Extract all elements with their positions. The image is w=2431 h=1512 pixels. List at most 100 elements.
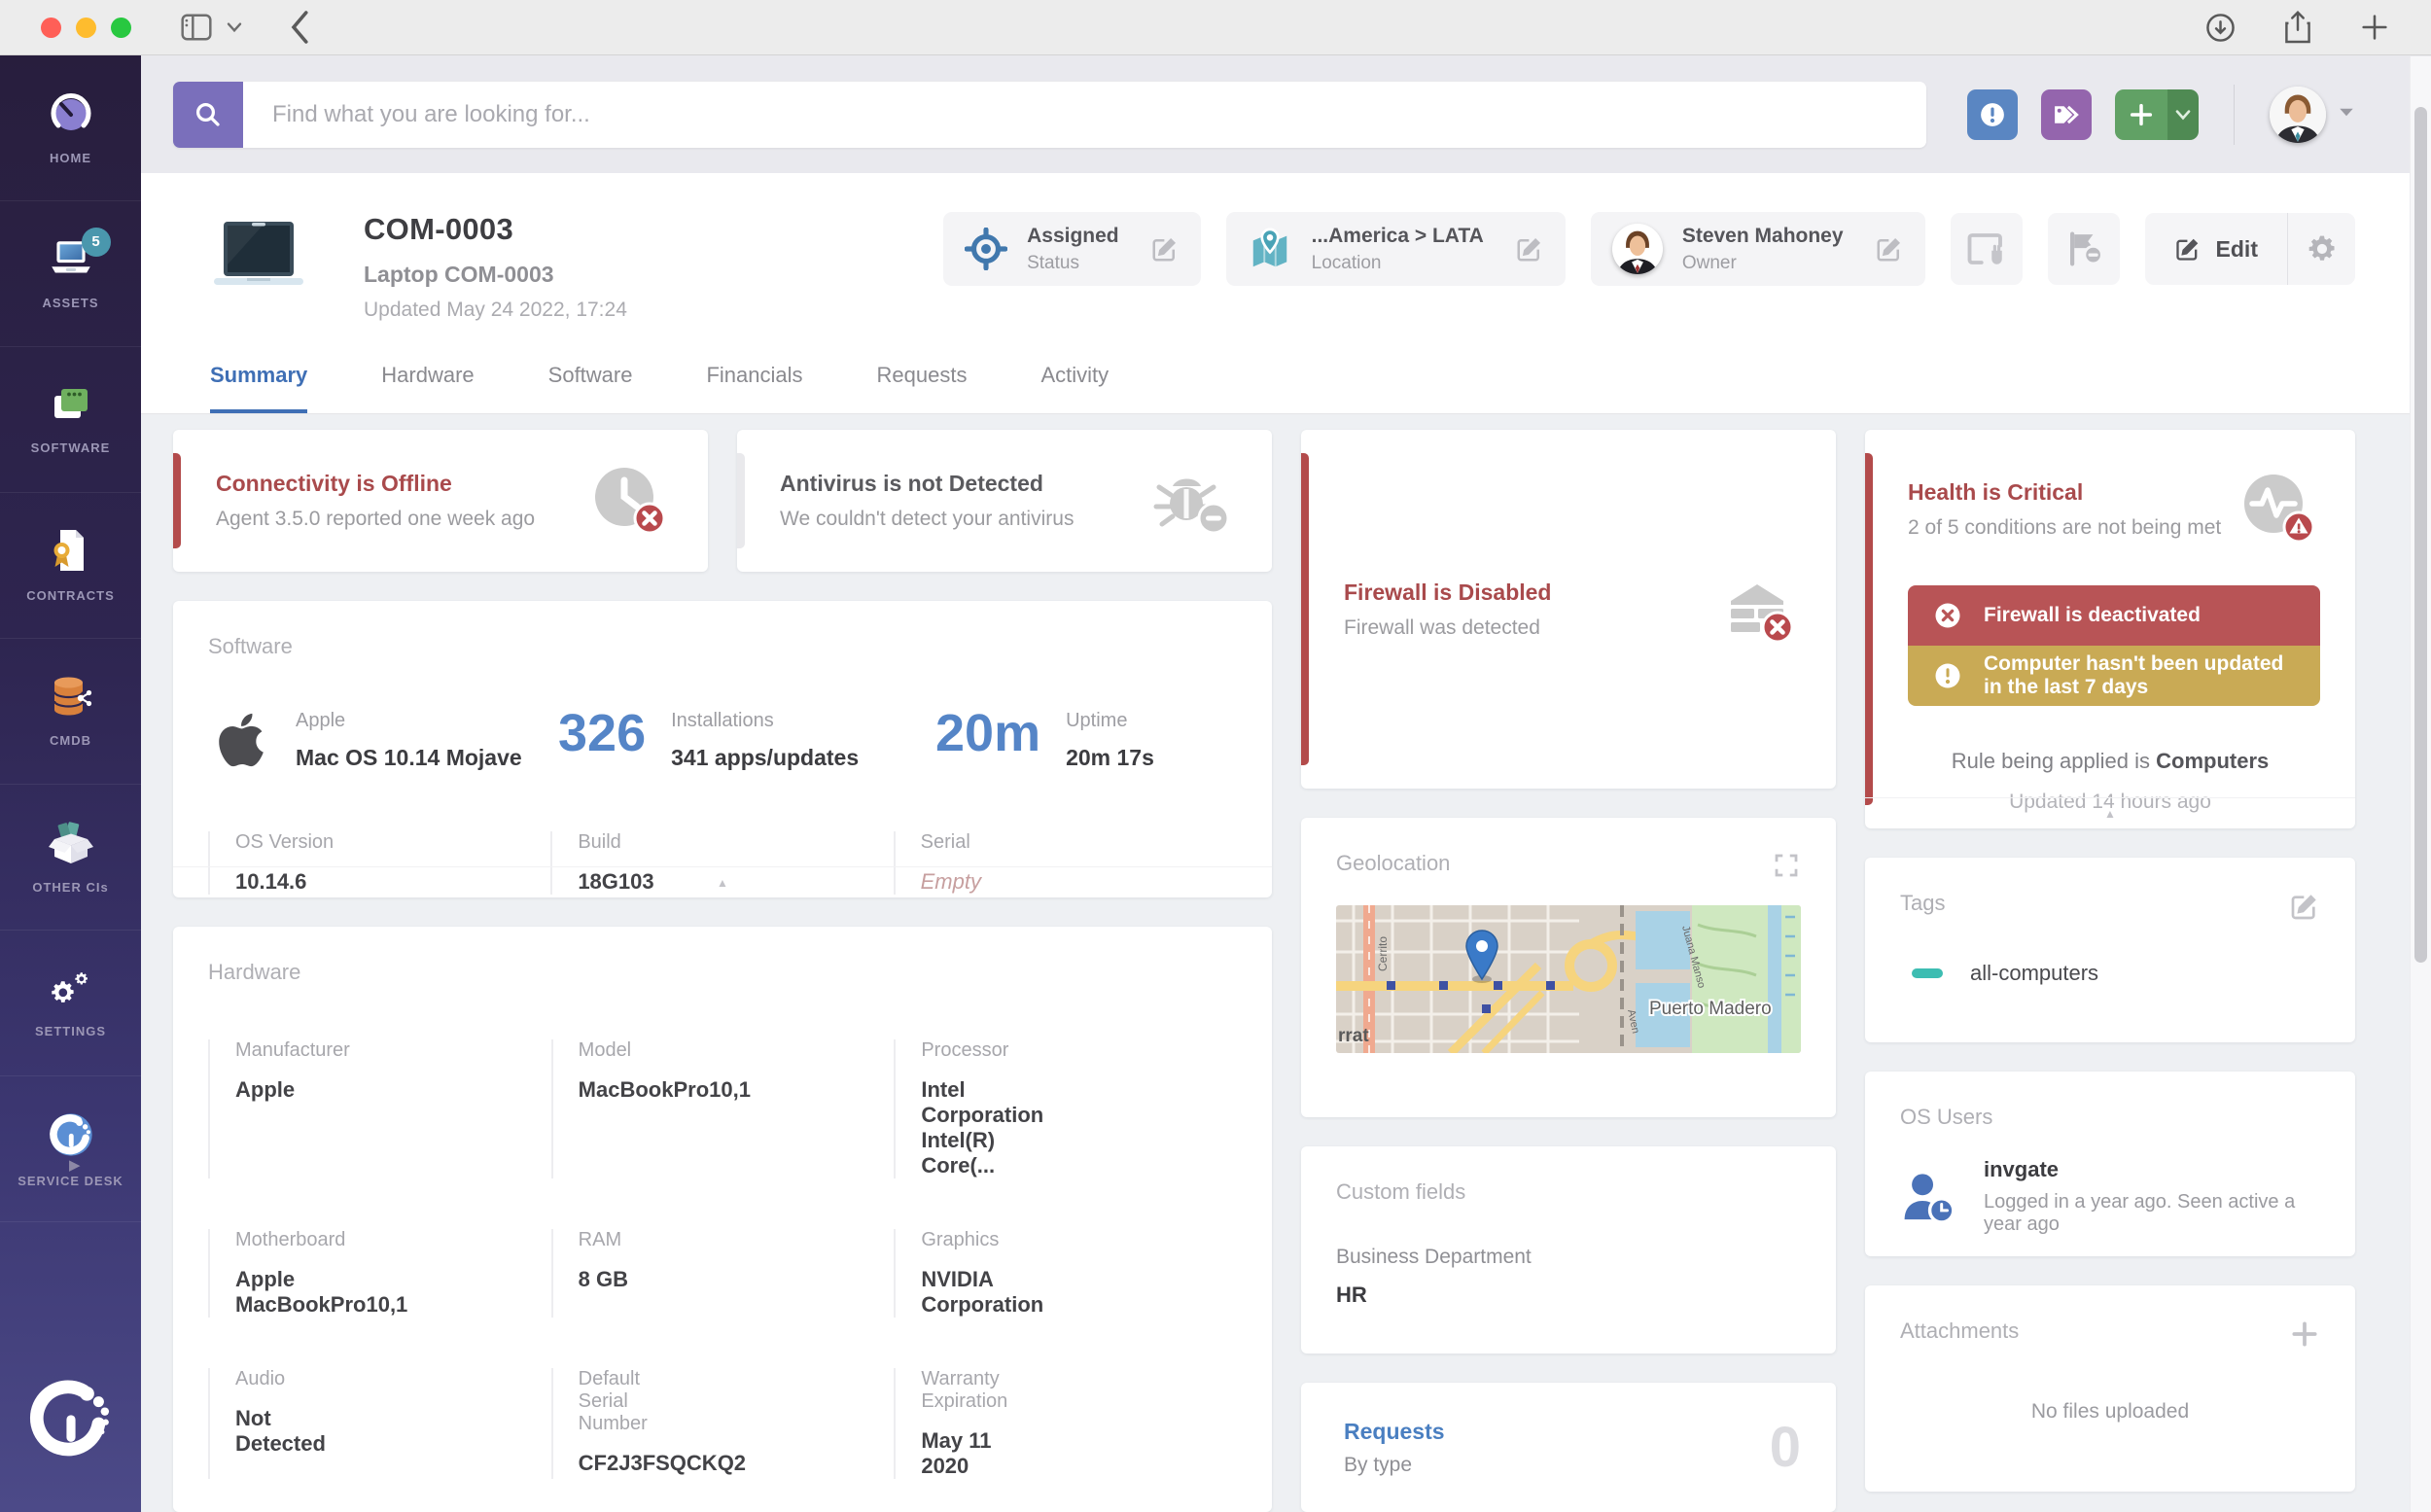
health-condition-error: Firewall is deactivated (1908, 585, 2320, 646)
edit-owner-icon[interactable] (1875, 234, 1904, 264)
tab-summary[interactable]: Summary (210, 363, 308, 413)
field-value: May 11 2020 (921, 1428, 992, 1478)
os-users-panel: OS Users invgate Logged in a year ago. S… (1865, 1072, 2355, 1256)
status-chip[interactable]: Assigned Status (943, 212, 1201, 286)
tag-item[interactable]: all-computers (1900, 961, 2320, 986)
alert-title: Firewall is Disabled (1344, 579, 1552, 605)
geolocation-title: Geolocation (1336, 851, 1451, 875)
tab-software[interactable]: Software (548, 363, 633, 413)
tag-name: all-computers (1970, 961, 2099, 985)
alert-stripe (1301, 453, 1309, 765)
page-scrollbar[interactable] (2410, 56, 2431, 1512)
edit-status-icon[interactable] (1150, 234, 1180, 264)
service-desk-logo-icon: ▶ (46, 1109, 96, 1173)
field-value: 8 GB (578, 1267, 629, 1291)
add-chevron-down-icon[interactable] (2167, 88, 2199, 140)
geolocation-map[interactable]: Cerrito rrat Puerto Madero Juana Manso A… (1336, 905, 1801, 1053)
exclamation-circle-icon (1978, 100, 2007, 129)
svg-text:rrat: rrat (1338, 1026, 1369, 1046)
warranty-field: Warranty Expiration May 11 2020 (894, 1368, 1007, 1479)
add-plus-icon[interactable] (2115, 88, 2167, 140)
search-input[interactable] (243, 81, 1926, 148)
alert-title: Connectivity is Offline (216, 471, 452, 496)
owner-chip[interactable]: Steven Mahoney Owner (1590, 212, 1925, 286)
add-attachment-icon[interactable] (2289, 1319, 2320, 1350)
field-value: Not Detected (235, 1406, 326, 1456)
map-fullscreen-icon[interactable] (1772, 851, 1801, 880)
sidebar-item-cmdb[interactable]: CMDB (0, 639, 141, 785)
zoom-window-button[interactable] (111, 17, 131, 38)
field-label: Manufacturer (235, 1039, 350, 1061)
user-menu[interactable] (2270, 86, 2355, 143)
sidebar-item-settings[interactable]: SETTINGS (0, 931, 141, 1076)
exclamation-circle-icon (1933, 661, 1962, 690)
field-value: NVIDIA Corporation (921, 1267, 1044, 1317)
field-label: Graphics (921, 1229, 1000, 1250)
tab-financials[interactable]: Financials (706, 363, 802, 413)
search-button[interactable] (173, 81, 243, 148)
cmdb-database-icon (48, 675, 94, 720)
minimize-window-button[interactable] (76, 17, 96, 38)
flag-minus-icon (2063, 229, 2104, 269)
requests-panel: Requests By type 0 (1301, 1383, 1836, 1512)
sidebar-item-software[interactable]: SOFTWARE (0, 347, 141, 493)
requests-link[interactable]: Requests (1344, 1419, 1445, 1445)
uptime-detail: 20m 17s (1066, 745, 1154, 770)
back-button[interactable] (289, 10, 310, 45)
field-value: CF2J3FSQCKQ2 (578, 1451, 747, 1475)
hardware-summary-panel: Hardware Manufacturer Apple Model MacBoo… (173, 927, 1272, 1512)
antivirus-alert-card[interactable]: Antivirus is not Detected We couldn't de… (737, 430, 1272, 572)
custom-fields-panel: Custom fields Business Department HR (1301, 1146, 1836, 1354)
location-chip[interactable]: ...America > LATA Location (1225, 212, 1566, 286)
sidebar-item-contracts[interactable]: CONTRACTS (0, 493, 141, 639)
remote-connection-button[interactable] (1950, 213, 2023, 285)
sidebar-item-assets[interactable]: 5 ASSETS (0, 201, 141, 347)
titlebar-chevron-down-icon[interactable] (227, 21, 242, 33)
scrollbar-thumb[interactable] (2414, 107, 2427, 963)
edit-tags-icon[interactable] (2289, 891, 2320, 922)
asset-settings-button[interactable] (2287, 213, 2355, 285)
add-asset-split-button[interactable] (2115, 88, 2199, 140)
tags-button[interactable] (2041, 88, 2092, 140)
sidebar-item-home[interactable]: HOME (0, 55, 141, 201)
edit-button[interactable]: Edit (2145, 235, 2287, 263)
owner-label: Owner (1681, 252, 1737, 273)
sidebar-item-other-cis[interactable]: OTHER CIs (0, 785, 141, 931)
tab-activity[interactable]: Activity (1040, 363, 1109, 413)
field-label: Build (578, 831, 621, 853)
user-avatar[interactable] (2270, 86, 2326, 143)
share-icon[interactable] (2283, 10, 2312, 45)
attachments-panel: Attachments No files uploaded (1865, 1285, 2355, 1492)
connectivity-alert-card[interactable]: Connectivity is Offline Agent 3.5.0 repo… (173, 430, 708, 572)
motherboard-field: Motherboard Apple MacBookPro10,1 (208, 1229, 408, 1318)
software-summary-panel: Software Apple Mac OS 10.14 Mojave 326 I… (173, 601, 1272, 897)
new-tab-plus-icon[interactable] (2359, 12, 2390, 43)
custom-field-label: Business Department (1336, 1246, 1532, 1268)
os-user-name: invgate (1984, 1157, 2060, 1181)
flag-remove-button[interactable] (2047, 213, 2120, 285)
os-user-item[interactable]: invgate Logged in a year ago. Seen activ… (1900, 1157, 2320, 1236)
uptime-label: Uptime (1066, 710, 1128, 731)
alert-title: Antivirus is not Detected (780, 471, 1043, 496)
firewall-alert-card[interactable]: Firewall is Disabled Firewall was detect… (1301, 430, 1836, 789)
location-map-pin-icon (1248, 227, 1292, 271)
collapse-panel-button[interactable]: ▲ (1865, 797, 2355, 828)
edit-location-icon[interactable] (1515, 234, 1544, 264)
asset-header: COM-0003 Laptop COM-0003 Updated May 24 … (141, 173, 2431, 414)
sidebar-toggle-icon[interactable] (180, 13, 213, 42)
sidebar-item-service-desk[interactable]: ▶ SERVICE DESK (0, 1076, 141, 1222)
download-icon[interactable] (2204, 12, 2237, 44)
default-serial-field: Default Serial Number CF2J3FSQCKQ2 (550, 1368, 747, 1479)
collapse-panel-button[interactable]: ▲ (173, 866, 1272, 897)
announcements-button[interactable] (1967, 88, 2018, 140)
other-cis-box-icon (47, 820, 95, 866)
tab-requests[interactable]: Requests (877, 363, 968, 413)
health-subtitle: 2 of 5 conditions are not being met (1908, 516, 2222, 539)
close-window-button[interactable] (41, 17, 61, 38)
field-value: Apple MacBookPro10,1 (235, 1267, 408, 1317)
os-name-value: Mac OS 10.14 Mojave (296, 745, 522, 770)
field-value: MacBookPro10,1 (578, 1077, 751, 1102)
tab-hardware[interactable]: Hardware (381, 363, 474, 413)
asset-updated-timestamp: Updated May 24 2022, 17:24 (364, 299, 627, 321)
attachments-title: Attachments (1900, 1319, 2020, 1343)
